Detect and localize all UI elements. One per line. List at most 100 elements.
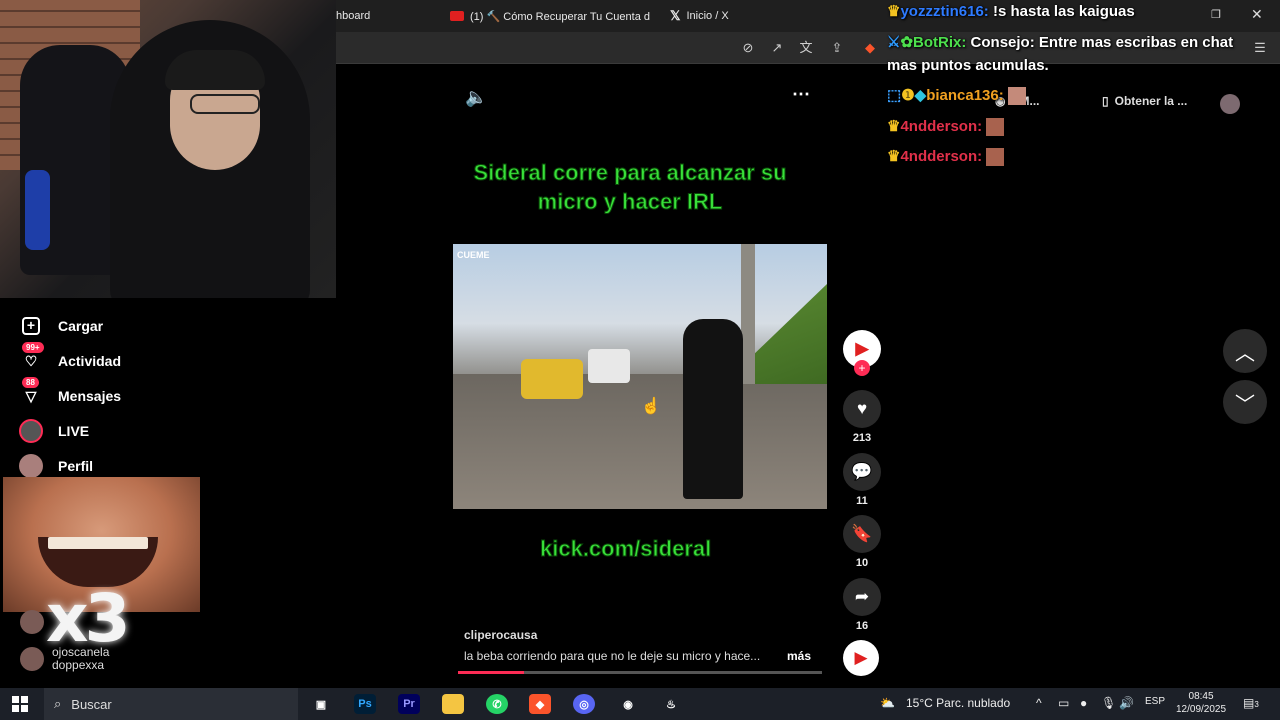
pole (741, 244, 755, 384)
chat-message: ♛yozzztin616: !s hasta las kaiguas (887, 0, 1187, 23)
chat-user: 4ndderson: (900, 118, 983, 135)
clock-time: 08:45 (1188, 691, 1214, 702)
more-button[interactable]: más (787, 649, 811, 663)
youtube-icon (450, 11, 464, 21)
chair-accent (25, 170, 50, 250)
restore-window-icon[interactable]: ❐ (1211, 8, 1221, 21)
bookmark-icon: 🔖 (843, 515, 881, 553)
tab-youtube[interactable]: (1) 🔨 Cómo Recuperar Tu Cuenta d (450, 0, 650, 32)
tab-x[interactable]: 𝕏 Inicio / X (670, 0, 729, 32)
chat-text: !s hasta las kaiguas (992, 3, 1135, 20)
next-video-button[interactable]: ﹀ (1223, 380, 1267, 424)
comment-icon: 💬 (843, 453, 881, 491)
clip-watermark: CUEME (457, 250, 490, 260)
nav-live[interactable]: LIVE (18, 416, 89, 446)
search-icon: ⌕ (54, 696, 62, 711)
video-progress-fill (458, 671, 524, 674)
brave-shield-icon[interactable]: ◆ (862, 40, 878, 56)
save-action[interactable]: 🔖 10 (843, 515, 881, 569)
notification-icon[interactable]: ▤3 (1243, 696, 1259, 710)
microphone-icon[interactable]: 🎙 (1101, 696, 1116, 710)
steam-icon[interactable]: ♨ (660, 694, 682, 714)
file-explorer-icon[interactable] (442, 694, 464, 714)
chat-message: ♛4ndderson: (887, 115, 1005, 138)
search-placeholder: Buscar (71, 696, 112, 712)
emote-icon (986, 148, 1005, 167)
tab-dashboard[interactable]: hboard (336, 0, 370, 32)
following-ojoscanela[interactable]: ojoscanela doppexxa (20, 646, 109, 672)
translate-icon[interactable]: 文 (798, 40, 814, 56)
emote-icon (1007, 87, 1026, 106)
video-caption-bottom: kick.com/sideral (539, 536, 712, 562)
camera-icon[interactable]: ● (1080, 696, 1087, 710)
save-count: 10 (855, 557, 869, 569)
nav-activity[interactable]: ♡ 99+ Actividad (18, 342, 121, 376)
follow-plus-icon[interactable]: + (854, 360, 870, 376)
tab-label: hboard (336, 10, 371, 22)
meme-teeth (48, 537, 148, 549)
tray-chevron-up-icon[interactable]: ^ (1036, 696, 1042, 710)
windows-start-icon[interactable] (12, 696, 28, 712)
heart-icon: ♥ (843, 390, 881, 428)
like-action[interactable]: ♥ 213 (843, 390, 881, 444)
taxi-car (521, 359, 583, 399)
photoshop-icon[interactable]: Ps (354, 694, 376, 714)
chevron-down-icon: ﹀ (1235, 393, 1255, 416)
obs-icon[interactable]: ◉ (617, 694, 639, 714)
video-clip[interactable]: CUEME ☝ (453, 244, 827, 509)
plus-square-icon: + (18, 313, 44, 339)
crown-icon: ♛ (887, 148, 901, 165)
crown-icon: ♛ (887, 118, 901, 135)
following-avatar[interactable] (20, 610, 44, 634)
mobile-icon: ▯ (1102, 94, 1109, 108)
sound-disc[interactable]: ▶ (843, 640, 881, 676)
nav-messages[interactable]: ▽ 88 Mensajes (18, 377, 121, 411)
close-window-icon[interactable]: ✕ (1251, 6, 1263, 23)
taskbar-search[interactable]: ⌕ Buscar (44, 688, 298, 720)
tab-label: (1) 🔨 Cómo Recuperar Tu Cuenta d (470, 10, 650, 23)
volume-icon[interactable]: 🔈 (465, 87, 487, 108)
following-names: ojoscanela doppexxa (52, 646, 109, 672)
x-logo-icon: 𝕏 (670, 8, 681, 23)
menu-icon[interactable]: ☰ (1252, 40, 1268, 56)
share-arrow-icon: ➦ (843, 578, 881, 616)
brave-icon[interactable]: ◆ (529, 694, 551, 714)
following-name: doppexxa (52, 658, 105, 672)
messages-badge: 88 (22, 377, 39, 388)
whatsapp-icon[interactable]: ✆ (486, 694, 508, 714)
weather-icon[interactable]: ⛅ (880, 696, 895, 710)
language-indicator[interactable]: ESP (1145, 696, 1165, 707)
video-description: la beba corriendo para que no le deje su… (464, 649, 761, 663)
glasses (190, 94, 260, 114)
speaker-icon[interactable]: 🔊 (1119, 696, 1134, 710)
weather-text[interactable]: 15°C Parc. nublado (906, 696, 1010, 710)
share-icon[interactable]: ⇪ (829, 40, 845, 56)
verified-icon: ✿ (900, 34, 914, 51)
nav-label: Cargar (58, 318, 104, 334)
creator-avatar[interactable]: ▶ + (843, 330, 881, 376)
premiere-icon[interactable]: Pr (398, 694, 420, 714)
open-external-icon[interactable]: ↗ (769, 40, 785, 56)
chat-message: ♛4ndderson: (887, 145, 1005, 168)
activity-badge: 99+ (22, 342, 44, 353)
comment-action[interactable]: 💬 11 (843, 453, 881, 507)
sword-icon: ⚔ (887, 34, 901, 51)
mute-tab-icon[interactable]: ⊘ (740, 40, 756, 56)
badge-icon: ⬚ (887, 87, 902, 104)
video-author[interactable]: cliperocausa (464, 628, 537, 642)
task-view-icon[interactable]: ▣ (310, 694, 332, 714)
nav-label: Perfil (58, 458, 94, 474)
clock[interactable]: 08:45 12/09/2025 (1176, 690, 1226, 716)
chat-message: ⚔✿BotRix: Consejo: Entre mas escribas en… (887, 31, 1249, 77)
like-count: 213 (852, 432, 872, 444)
share-action[interactable]: ➦ 16 (843, 578, 881, 632)
network-icon[interactable]: ▭ (1058, 696, 1069, 710)
bookmark-2[interactable]: ▯ Obtener la ... (1102, 94, 1187, 108)
video-progress-bar[interactable] (458, 671, 822, 674)
discord-icon[interactable]: ◎ (573, 694, 595, 714)
profile-avatar[interactable] (1220, 94, 1240, 114)
more-options-icon[interactable]: ⋯ (792, 84, 810, 105)
music-disc-icon: ▶ (843, 640, 879, 676)
previous-video-button[interactable]: ︿ (1223, 329, 1267, 373)
nav-upload[interactable]: + Cargar (18, 311, 103, 341)
